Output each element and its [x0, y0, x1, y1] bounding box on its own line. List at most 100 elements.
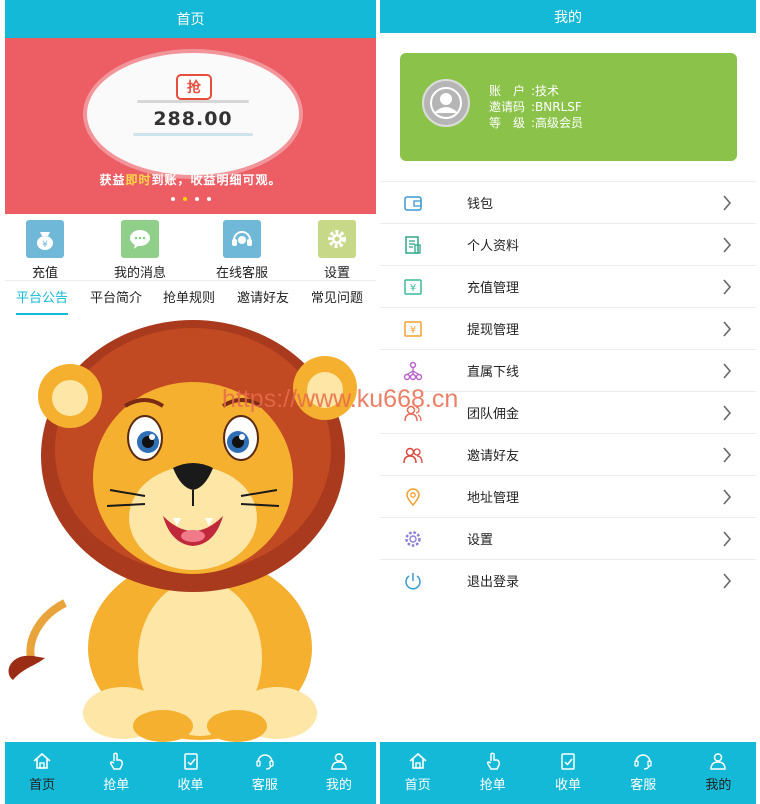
quick-recharge-label: 充值: [31, 266, 58, 281]
power-icon: [402, 570, 424, 592]
menu-downline[interactable]: 直属下线: [380, 350, 756, 392]
menu-label: 钱包: [467, 197, 494, 212]
tab-announcement[interactable]: 平台公告: [16, 287, 69, 315]
nav-mine[interactable]: 我的: [302, 742, 376, 804]
menu-address[interactable]: 地址管理: [380, 476, 756, 518]
home-icon: [409, 752, 427, 769]
account-value: 技术: [535, 84, 560, 98]
chevron-right-icon: [723, 405, 732, 421]
clipboard-check-icon: [183, 753, 198, 770]
nav-grab-label: 抢单: [103, 778, 130, 793]
chevron-right-icon: [723, 279, 732, 295]
page-title: 首页: [176, 12, 205, 28]
quick-settings[interactable]: 设置: [297, 216, 376, 281]
bottom-nav: 首页 抢单 收单 客服 我的: [380, 742, 756, 804]
menu-label: 设置: [467, 533, 494, 548]
chevron-right-icon: [723, 321, 732, 337]
carousel-dot[interactable]: [194, 197, 199, 201]
nav-service[interactable]: 客服: [606, 742, 681, 804]
menu-profile[interactable]: 个人资料: [380, 224, 756, 266]
menu-label: 提现管理: [467, 323, 520, 338]
headset-icon: [223, 220, 261, 258]
gear-icon: [318, 220, 356, 258]
menu-logout[interactable]: 退出登录: [380, 560, 756, 601]
hand-tap-icon: [486, 752, 500, 770]
quick-menu: ¥ 充值 我的消息 在线客服 设置: [5, 216, 376, 281]
nav-grab-label: 抢单: [479, 778, 506, 793]
chevron-right-icon: [723, 363, 732, 379]
mine-header: 我的: [380, 0, 756, 33]
tab-faq[interactable]: 常见问题: [311, 287, 363, 313]
svg-text:¥: ¥: [42, 240, 48, 250]
nav-receive-label: 收单: [177, 778, 204, 793]
nav-grab[interactable]: 抢单: [79, 742, 153, 804]
carousel-dot-active[interactable]: [182, 197, 187, 201]
profile-doc-icon: [402, 234, 424, 256]
menu-team-commission[interactable]: 团队佣金: [380, 392, 756, 434]
hand-tap-icon: [110, 752, 124, 770]
chevron-right-icon: [723, 489, 732, 505]
recharge-icon: ¥: [402, 276, 424, 298]
notice-tabs: 平台公告 平台简介 抢单规则 邀请好友 常见问题: [5, 280, 376, 317]
invite-code-value: BNRLSF: [535, 100, 582, 114]
chevron-right-icon: [723, 195, 732, 211]
carousel-dot[interactable]: [206, 197, 211, 201]
chat-icon: [121, 220, 159, 258]
headset-icon: [634, 754, 652, 770]
nav-mine[interactable]: 我的: [681, 742, 756, 804]
menu-invite-friends[interactable]: 邀请好友: [380, 434, 756, 476]
team-icon: [402, 402, 424, 424]
wallet-icon: [402, 192, 424, 214]
nav-home-label: 首页: [29, 778, 56, 793]
quick-support[interactable]: 在线客服: [202, 216, 282, 281]
account-menu: 钱包 个人资料 ¥ 充值管理 ¥ 提现管理 直属下线 团队佣金 邀请好友 地址管…: [380, 181, 756, 601]
org-tree-icon: [402, 360, 424, 382]
account-row: 账 户:技术: [489, 84, 560, 98]
menu-label: 个人资料: [467, 239, 520, 254]
menu-withdraw[interactable]: ¥ 提现管理: [380, 308, 756, 350]
user-icon: [331, 753, 347, 770]
chevron-right-icon: [723, 447, 732, 463]
location-pin-icon: [402, 486, 424, 508]
invite-users-icon: [402, 444, 424, 466]
chevron-right-icon: [723, 237, 732, 253]
headset-icon: [256, 754, 274, 770]
menu-wallet[interactable]: 钱包: [380, 182, 756, 224]
level-value: 高级会员: [535, 116, 584, 130]
promo-banner[interactable]: 抢 288.00 获益即时到账，收益明细可观。: [5, 38, 376, 214]
tab-invite[interactable]: 邀请好友: [237, 287, 289, 313]
profile-info: 账 户:技术 邀请码:BNRLSF 等 级:高级会员: [489, 83, 583, 131]
nav-service-label: 客服: [251, 778, 278, 793]
menu-label: 充值管理: [467, 281, 520, 296]
menu-label: 地址管理: [467, 491, 520, 506]
nav-home[interactable]: 首页: [380, 742, 455, 804]
nav-grab[interactable]: 抢单: [455, 742, 530, 804]
nav-home-label: 首页: [404, 778, 431, 793]
banner-grab-badge: 抢: [176, 74, 212, 100]
default-avatar-icon: [430, 87, 462, 119]
nav-home[interactable]: 首页: [5, 742, 79, 804]
nav-receive-label: 收单: [555, 778, 582, 793]
wallet-yen-icon: ¥: [26, 220, 64, 258]
banner-faded-text: [137, 100, 249, 103]
bottom-nav: 首页 抢单 收单 客服 我的: [5, 742, 376, 804]
nav-service-label: 客服: [630, 778, 657, 793]
carousel-dot[interactable]: [170, 197, 175, 201]
nav-receive[interactable]: 收单: [153, 742, 227, 804]
quick-messages-label: 我的消息: [113, 266, 166, 281]
avatar[interactable]: [422, 79, 470, 127]
quick-messages[interactable]: 我的消息: [100, 216, 180, 281]
mine-screen: 我的 账 户:技术 邀请码:BNRLSF 等 级:高级会员 钱包 个人资料 ¥ …: [380, 0, 756, 804]
menu-label: 直属下线: [467, 365, 520, 380]
quick-recharge[interactable]: ¥ 充值: [5, 216, 85, 281]
tab-intro[interactable]: 平台简介: [90, 287, 142, 313]
user-icon: [710, 753, 727, 770]
menu-recharge[interactable]: ¥ 充值管理: [380, 266, 756, 308]
nav-service[interactable]: 客服: [228, 742, 302, 804]
nav-receive[interactable]: 收单: [530, 742, 605, 804]
menu-settings[interactable]: 设置: [380, 518, 756, 560]
tab-rules[interactable]: 抢单规则: [163, 287, 215, 313]
home-header: 首页: [5, 0, 376, 38]
svg-text:¥: ¥: [410, 283, 416, 294]
banner-slogan: 获益即时到账，收益明细可观。: [99, 173, 282, 187]
